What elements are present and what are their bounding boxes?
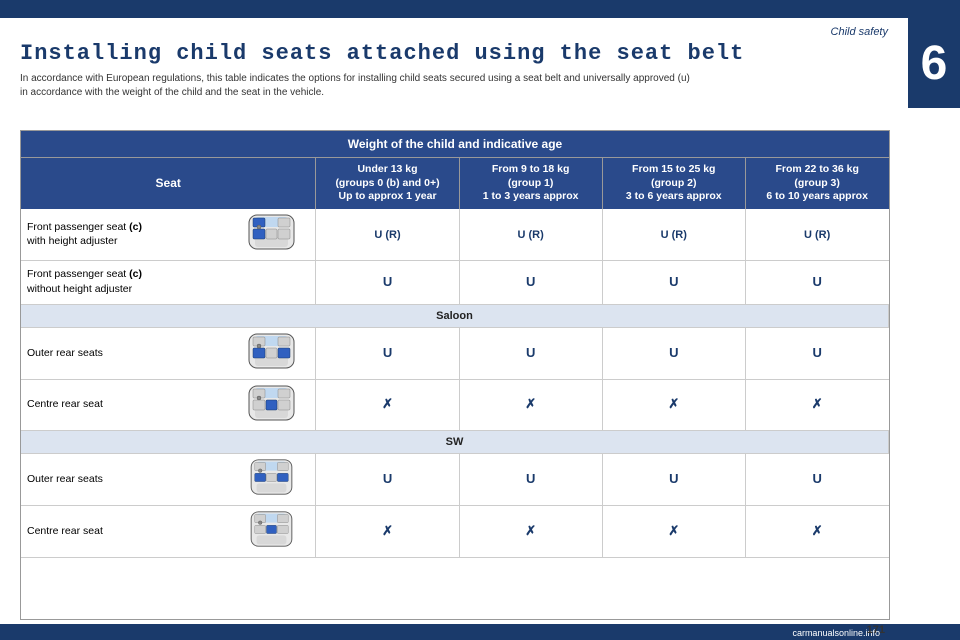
col3-line2: (group 2) xyxy=(651,177,697,189)
weight-col-1: Under 13 kg (groups 0 (b) and 0+) Up to … xyxy=(316,158,459,209)
value-cell: U (R) xyxy=(459,209,602,260)
value-cell: ✗ xyxy=(316,506,459,558)
value-cell: ✗ xyxy=(602,379,745,431)
value-cell: U xyxy=(316,327,459,379)
value-cell: U xyxy=(316,260,459,304)
value-cell: U (R) xyxy=(745,209,888,260)
value-cell: U xyxy=(602,327,745,379)
seat-cell-saloon-outer: Outer rear seats xyxy=(21,327,316,379)
car-icon-saloon-outer xyxy=(239,332,309,375)
col2-line2: (group 1) xyxy=(508,177,554,189)
value-cell: U xyxy=(745,327,888,379)
value-cell: ✗ xyxy=(745,379,888,431)
value-cell: U xyxy=(745,260,888,304)
section-header-sw: SW xyxy=(21,431,889,454)
col4-line2: (group 3) xyxy=(794,177,840,189)
value-cell: U xyxy=(459,327,602,379)
car-icon-sw-outer xyxy=(239,458,309,501)
car-icon-front-adjuster xyxy=(239,213,309,256)
chapter-tab: 6 xyxy=(908,18,960,108)
saloon-outer-label: Outer rear seats xyxy=(27,347,103,359)
value-cell: ✗ xyxy=(459,379,602,431)
section-header-saloon: Saloon xyxy=(21,304,889,327)
main-table-container: Weight of the child and indicative age S… xyxy=(20,130,890,620)
col1-line1: Under 13 kg xyxy=(357,163,417,175)
car-svg-saloon-outer xyxy=(239,332,304,370)
col2-line3: 1 to 3 years approx xyxy=(483,190,579,202)
seat-column-header: Seat xyxy=(21,158,316,209)
car-icon-saloon-centre xyxy=(239,384,309,427)
col1-line2: (groups 0 (b) and 0+) xyxy=(335,177,439,189)
value-cell: U (R) xyxy=(602,209,745,260)
front-seat-with-label: Front passenger seat (c)with height adju… xyxy=(27,221,142,248)
value-cell: U xyxy=(316,454,459,506)
col2-line1: From 9 to 18 kg xyxy=(492,163,570,175)
table-row: Centre rear seat xyxy=(21,506,889,558)
value-cell: ✗ xyxy=(316,379,459,431)
page-category: Child safety xyxy=(20,26,888,38)
weight-col-3: From 15 to 25 kg (group 2) 3 to 6 years … xyxy=(602,158,745,209)
seat-cell-sw-outer: Outer rear seats xyxy=(21,454,316,506)
sw-centre-label: Centre rear seat xyxy=(27,525,103,537)
table-main-header: Weight of the child and indicative age xyxy=(21,131,889,158)
sw-outer-label: Outer rear seats xyxy=(27,473,103,485)
child-seat-table: Seat Under 13 kg (groups 0 (b) and 0+) U… xyxy=(21,158,889,558)
car-svg-sw-centre xyxy=(239,510,304,548)
front-seat-without-label: Front passenger seat (c)without height a… xyxy=(27,268,142,295)
car-svg-sw-outer xyxy=(239,458,304,496)
col3-line1: From 15 to 25 kg xyxy=(632,163,715,175)
col3-line3: 3 to 6 years approx xyxy=(626,190,722,202)
weight-col-2: From 9 to 18 kg (group 1) 1 to 3 years a… xyxy=(459,158,602,209)
value-cell: ✗ xyxy=(602,506,745,558)
car-svg-saloon-centre xyxy=(239,384,304,422)
value-cell: U xyxy=(602,260,745,304)
page-subtitle: In accordance with European regulations,… xyxy=(20,72,770,100)
saloon-label: Saloon xyxy=(21,304,889,327)
page-number: 171 xyxy=(867,624,885,636)
col1-line3: Up to approx 1 year xyxy=(339,190,437,202)
table-row: Front passenger seat (c)with height adju… xyxy=(21,209,889,260)
table-row: Outer rear seats xyxy=(21,327,889,379)
seat-cell-saloon-centre: Centre rear seat xyxy=(21,379,316,431)
table-row: Outer rear seats xyxy=(21,454,889,506)
col4-line1: From 22 to 36 kg xyxy=(775,163,858,175)
value-cell: U xyxy=(459,260,602,304)
seat-cell-sw-centre: Centre rear seat xyxy=(21,506,316,558)
bottom-bar: carmanualsonline.info xyxy=(0,624,960,640)
table-row: Centre rear seat xyxy=(21,379,889,431)
value-cell: U xyxy=(459,454,602,506)
saloon-centre-label: Centre rear seat xyxy=(27,398,103,410)
header-section: Child safety Installing child seats atta… xyxy=(0,18,908,104)
value-cell: ✗ xyxy=(459,506,602,558)
value-cell: U xyxy=(745,454,888,506)
seat-cell-front-with-adjuster: Front passenger seat (c)with height adju… xyxy=(21,209,316,260)
weight-col-4: From 22 to 36 kg (group 3) 6 to 10 years… xyxy=(745,158,888,209)
top-bar xyxy=(0,0,960,18)
table-row: Front passenger seat (c)without height a… xyxy=(21,260,889,304)
value-cell: ✗ xyxy=(745,506,888,558)
page-title: Installing child seats attached using th… xyxy=(20,42,888,66)
subtitle-line2: in accordance with the weight of the chi… xyxy=(20,87,324,98)
chapter-number: 6 xyxy=(921,36,948,91)
value-cell: U (R) xyxy=(316,209,459,260)
car-svg-front xyxy=(239,213,304,251)
seat-cell-front-without-adjuster: Front passenger seat (c)without height a… xyxy=(21,260,316,304)
subtitle-line1: In accordance with European regulations,… xyxy=(20,73,690,84)
sw-label: SW xyxy=(21,431,889,454)
col4-line3: 6 to 10 years approx xyxy=(766,190,868,202)
car-icon-sw-centre xyxy=(239,510,309,553)
value-cell: U xyxy=(602,454,745,506)
